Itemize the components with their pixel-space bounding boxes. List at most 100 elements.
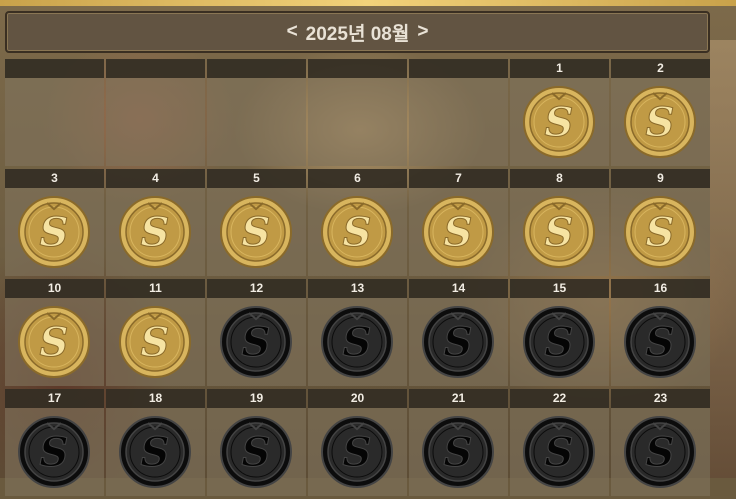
svg-text:S: S bbox=[242, 319, 271, 366]
gold-coin-icon: S bbox=[219, 195, 293, 269]
dark-coin-icon: S bbox=[320, 305, 394, 379]
dark-coin-icon: S bbox=[522, 305, 596, 379]
calendar-day-empty bbox=[409, 59, 508, 166]
svg-text:S: S bbox=[545, 99, 574, 146]
day-number: 18 bbox=[106, 389, 205, 408]
calendar-day-empty bbox=[207, 59, 306, 166]
calendar-day-14[interactable]: 14 S bbox=[409, 279, 508, 386]
day-number bbox=[207, 59, 306, 78]
svg-text:S: S bbox=[343, 209, 372, 256]
day-number: 17 bbox=[5, 389, 104, 408]
calendar-day-4[interactable]: 4S bbox=[106, 169, 205, 276]
calendar-day-18[interactable]: 18 S bbox=[106, 389, 205, 496]
day-number bbox=[5, 59, 104, 78]
svg-text:S: S bbox=[343, 319, 372, 366]
calendar-day-7[interactable]: 7S bbox=[409, 169, 508, 276]
svg-text:S: S bbox=[444, 319, 473, 366]
calendar-day-16[interactable]: 16 S bbox=[611, 279, 710, 386]
day-number: 7 bbox=[409, 169, 508, 188]
calendar-day-22[interactable]: 22 S bbox=[510, 389, 609, 496]
month-title: 2025년 08월 bbox=[305, 23, 410, 45]
calendar-day-13[interactable]: 13 S bbox=[308, 279, 407, 386]
svg-text:S: S bbox=[242, 209, 271, 256]
gold-coin-icon: S bbox=[17, 305, 91, 379]
day-number bbox=[409, 59, 508, 78]
calendar-day-21[interactable]: 21 S bbox=[409, 389, 508, 496]
day-number: 14 bbox=[409, 279, 508, 298]
calendar-day-17[interactable]: 17 S bbox=[5, 389, 104, 496]
top-decorative-strip bbox=[0, 0, 736, 6]
next-month-button[interactable]: > bbox=[417, 21, 428, 43]
calendar-day-23[interactable]: 23 S bbox=[611, 389, 710, 496]
day-number: 9 bbox=[611, 169, 710, 188]
gold-coin-icon: S bbox=[522, 195, 596, 269]
day-number: 12 bbox=[207, 279, 306, 298]
day-number: 2 bbox=[611, 59, 710, 78]
day-number: 20 bbox=[308, 389, 407, 408]
day-number: 8 bbox=[510, 169, 609, 188]
day-number: 19 bbox=[207, 389, 306, 408]
prev-month-button[interactable]: < bbox=[287, 21, 298, 43]
day-number: 21 bbox=[409, 389, 508, 408]
day-number: 10 bbox=[5, 279, 104, 298]
calendar-day-empty bbox=[5, 59, 104, 166]
svg-text:S: S bbox=[646, 99, 675, 146]
svg-text:S: S bbox=[646, 209, 675, 256]
dark-coin-icon: S bbox=[623, 305, 697, 379]
svg-text:S: S bbox=[646, 319, 675, 366]
calendar-day-10[interactable]: 10 S bbox=[5, 279, 104, 386]
day-number bbox=[308, 59, 407, 78]
calendar-day-19[interactable]: 19 S bbox=[207, 389, 306, 496]
svg-text:S: S bbox=[646, 429, 675, 476]
day-number: 5 bbox=[207, 169, 306, 188]
gold-coin-icon: S bbox=[320, 195, 394, 269]
month-header: < 2025년 08월 > bbox=[5, 11, 710, 53]
day-number: 4 bbox=[106, 169, 205, 188]
calendar-day-8[interactable]: 8S bbox=[510, 169, 609, 276]
calendar-day-20[interactable]: 20 S bbox=[308, 389, 407, 496]
calendar-day-1[interactable]: 1S bbox=[510, 59, 609, 166]
calendar-day-6[interactable]: 6S bbox=[308, 169, 407, 276]
day-number: 11 bbox=[106, 279, 205, 298]
svg-text:S: S bbox=[343, 429, 372, 476]
svg-text:S: S bbox=[242, 429, 271, 476]
calendar-week-row: 3S4S5S6S7S8S9S bbox=[5, 169, 712, 276]
calendar-day-2[interactable]: 2S bbox=[611, 59, 710, 166]
svg-text:S: S bbox=[545, 429, 574, 476]
svg-text:S: S bbox=[545, 319, 574, 366]
day-number: 1 bbox=[510, 59, 609, 78]
day-number: 6 bbox=[308, 169, 407, 188]
calendar-day-empty bbox=[308, 59, 407, 166]
day-number: 15 bbox=[510, 279, 609, 298]
calendar-day-empty bbox=[106, 59, 205, 166]
calendar-week-row: 10 S 11 S 12 S 13 S 14 S 15 S 16 S bbox=[5, 279, 712, 386]
gold-coin-icon: S bbox=[623, 195, 697, 269]
calendar-day-12[interactable]: 12 S bbox=[207, 279, 306, 386]
calendar-week-row: 17 S 18 S 19 S 20 S 21 S 22 S 23 S bbox=[5, 389, 712, 496]
right-decorative-art bbox=[710, 40, 736, 478]
day-number: 23 bbox=[611, 389, 710, 408]
calendar-day-15[interactable]: 15 S bbox=[510, 279, 609, 386]
svg-text:S: S bbox=[141, 209, 170, 256]
dark-coin-icon: S bbox=[219, 305, 293, 379]
gold-coin-icon: S bbox=[118, 195, 192, 269]
calendar-day-5[interactable]: 5S bbox=[207, 169, 306, 276]
calendar-day-11[interactable]: 11 S bbox=[106, 279, 205, 386]
dark-coin-icon: S bbox=[421, 305, 495, 379]
gold-coin-icon: S bbox=[421, 195, 495, 269]
svg-text:S: S bbox=[444, 429, 473, 476]
gold-coin-icon: S bbox=[118, 305, 192, 379]
calendar-day-9[interactable]: 9S bbox=[611, 169, 710, 276]
svg-text:S: S bbox=[40, 429, 69, 476]
svg-text:S: S bbox=[40, 319, 69, 366]
svg-text:S: S bbox=[40, 209, 69, 256]
gold-coin-icon: S bbox=[17, 195, 91, 269]
day-number bbox=[106, 59, 205, 78]
calendar-grid: 1 S 2 S 3 S 4 S 5 S 6 S 7 S 8 S 9 S 10 S 11 S 12 S 13 S 14 S 15 S 16 S 1… bbox=[5, 59, 712, 499]
day-number: 13 bbox=[308, 279, 407, 298]
day-number: 3 bbox=[5, 169, 104, 188]
day-number: 22 bbox=[510, 389, 609, 408]
calendar-day-3[interactable]: 3S bbox=[5, 169, 104, 276]
svg-text:S: S bbox=[545, 209, 574, 256]
svg-text:S: S bbox=[141, 319, 170, 366]
